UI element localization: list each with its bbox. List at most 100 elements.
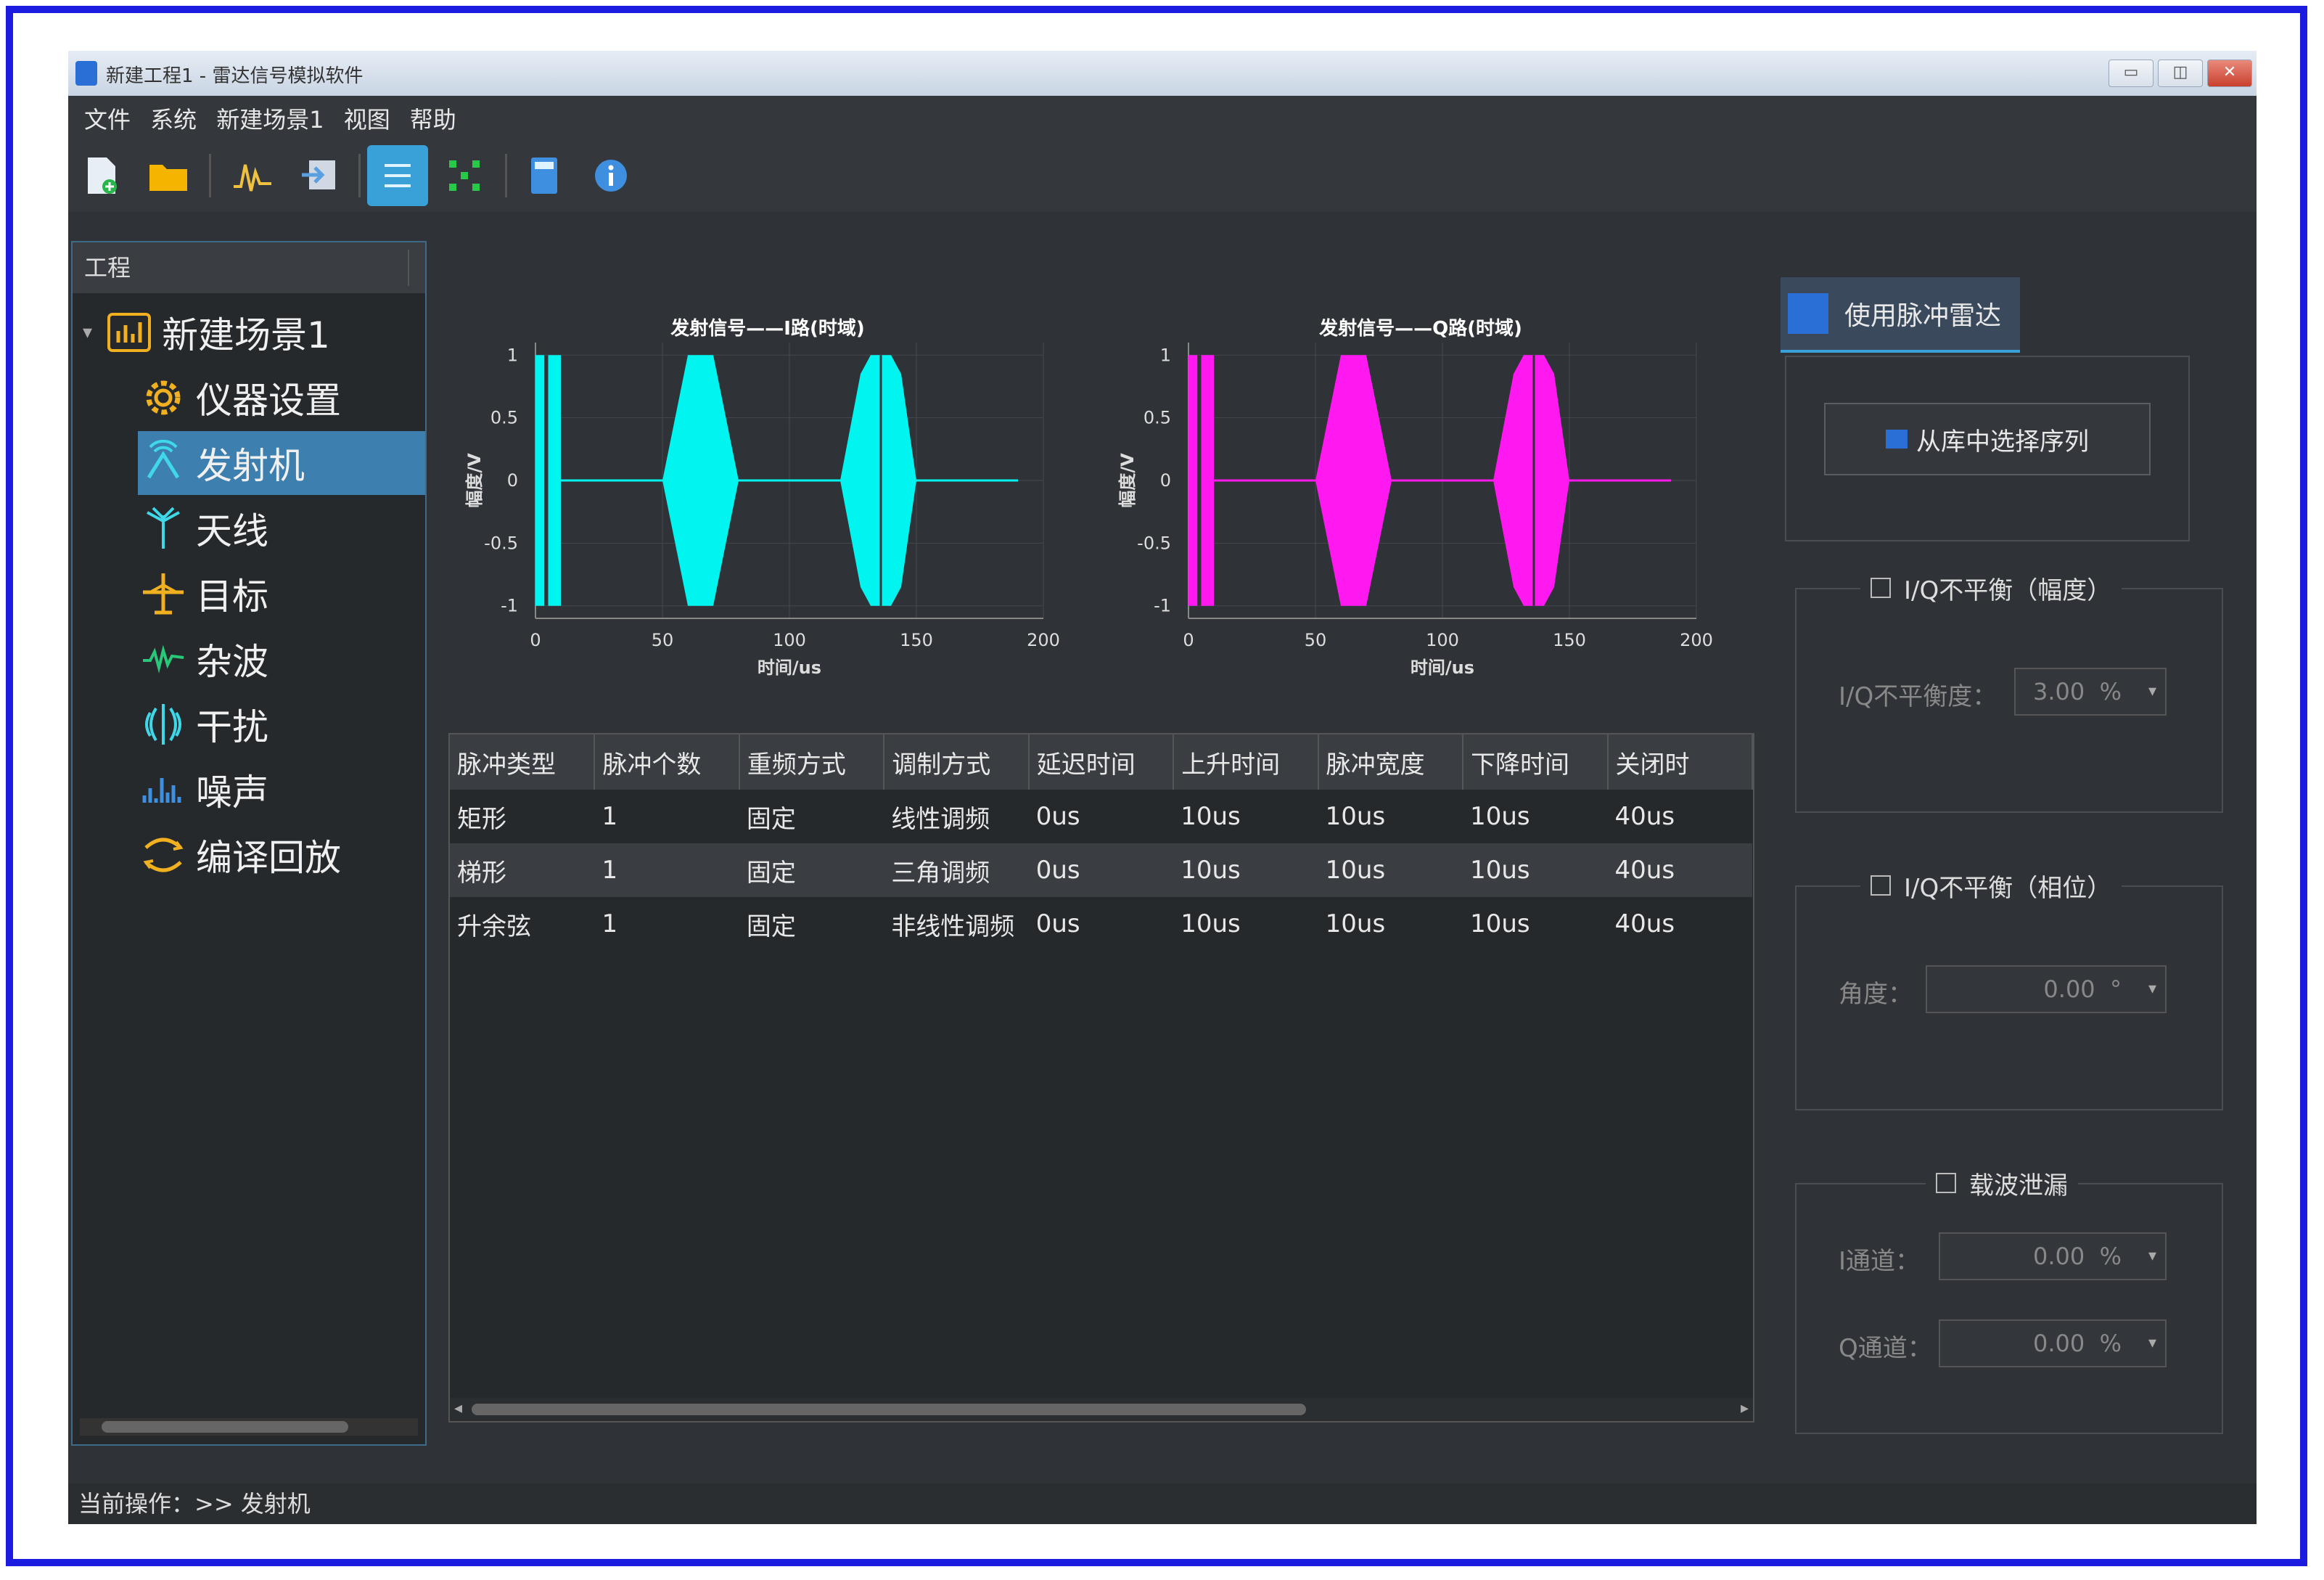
iq-phase-spinbox[interactable]: 0.00 ° ▾ bbox=[1926, 965, 2167, 1013]
i-channel-value: 0.00 bbox=[2033, 1243, 2085, 1270]
iq-amplitude-unit: % bbox=[2099, 678, 2122, 705]
signal-pulse-gap bbox=[544, 355, 549, 606]
noise-bars-icon bbox=[138, 764, 189, 815]
expand-arrow-icon[interactable]: ▾ bbox=[83, 322, 92, 343]
toolbar bbox=[68, 132, 2257, 212]
pulse-radar-tab-label: 使用脉冲雷达 bbox=[1844, 301, 2002, 331]
minimize-button[interactable]: ▭ bbox=[2109, 60, 2153, 87]
app-window: 新建工程1 - 雷达信号模拟软件 ▭ ◫ ✕ 文件 系统 新建场景1 视图 帮助 bbox=[68, 51, 2257, 1524]
project-panel-header: 工程 bbox=[73, 242, 425, 293]
select-from-library-button[interactable]: 从库中选择序列 bbox=[1824, 403, 2151, 475]
scrollbar-thumb[interactable] bbox=[472, 1404, 1306, 1415]
open-folder-button[interactable] bbox=[138, 145, 199, 206]
i-channel-field-label: I通道： bbox=[1839, 1247, 1921, 1276]
iq-amplitude-checkbox[interactable] bbox=[1871, 578, 1891, 598]
tree-item-transmitter[interactable]: 发射机 bbox=[138, 431, 425, 495]
y-tick-label: 0.5 bbox=[1143, 408, 1171, 428]
spin-arrow-icon[interactable]: ▾ bbox=[2148, 1334, 2156, 1352]
signal-pulse-cosine bbox=[840, 355, 916, 606]
tree-root-scene[interactable]: ▾ 新建场景1 bbox=[83, 300, 330, 364]
scene-chart-icon bbox=[104, 307, 155, 358]
iq-phase-value: 0.00 bbox=[2043, 975, 2095, 1003]
toolbar-separator bbox=[209, 154, 211, 197]
chart-i-plot: 0 50 100 150 200 1 0.5 0 -0.5 -1 时间/us 幅度/V bbox=[464, 343, 1060, 678]
x-tick-label: 0 bbox=[1183, 630, 1194, 650]
radar-tab-icon bbox=[1788, 293, 1828, 334]
tree-item-target[interactable]: 目标 bbox=[138, 562, 425, 626]
app-icon bbox=[75, 61, 97, 86]
table-row[interactable]: 梯形 1 固定 三角调频 0us 10us 10us 10us 40us bbox=[450, 843, 1752, 897]
new-file-button[interactable] bbox=[71, 145, 132, 206]
iq-phase-unit: ° bbox=[2110, 975, 2122, 1003]
scroll-right-icon[interactable]: ▸ bbox=[1741, 1399, 1749, 1417]
tree-item-jamming[interactable]: 干扰 bbox=[138, 692, 425, 756]
menu-help[interactable]: 帮助 bbox=[410, 102, 456, 135]
tree-item-playback[interactable]: 编译回放 bbox=[138, 823, 425, 887]
maximize-button[interactable]: ◫ bbox=[2158, 60, 2203, 87]
i-channel-spinbox[interactable]: 0.00 % ▾ bbox=[1939, 1232, 2167, 1280]
close-button[interactable]: ✕ bbox=[2207, 60, 2252, 87]
panel-pin-icon[interactable] bbox=[408, 250, 425, 286]
tree-item-antenna[interactable]: 天线 bbox=[138, 496, 425, 560]
grid-view-icon bbox=[449, 160, 480, 191]
window-title: 新建工程1 - 雷达信号模拟软件 bbox=[106, 65, 364, 87]
signal-pulse-trapezoid bbox=[662, 355, 739, 606]
spin-arrow-icon[interactable]: ▾ bbox=[2148, 980, 2156, 998]
table-row[interactable]: 矩形 1 固定 线性调频 0us 10us 10us 10us 40us bbox=[450, 790, 1752, 843]
menu-file[interactable]: 文件 bbox=[84, 102, 131, 135]
tree-horizontal-scrollbar[interactable] bbox=[80, 1418, 418, 1436]
iq-amplitude-spinbox[interactable]: 3.00 % ▾ bbox=[2014, 668, 2167, 716]
table-cell: 线性调频 bbox=[891, 804, 990, 834]
carrier-leak-checkbox[interactable] bbox=[1936, 1173, 1956, 1193]
open-folder-icon bbox=[149, 165, 187, 191]
q-channel-spinbox[interactable]: 0.00 % ▾ bbox=[1939, 1319, 2167, 1367]
grid-view-button[interactable] bbox=[434, 145, 495, 206]
col-rise[interactable]: 上升时间 bbox=[1173, 734, 1319, 790]
list-view-button[interactable] bbox=[367, 145, 428, 206]
table-row[interactable]: 升余弦 1 固定 非线性调频 0us 10us 10us 10us 40us bbox=[450, 897, 1752, 951]
menu-view[interactable]: 视图 bbox=[344, 102, 390, 135]
info-button[interactable] bbox=[580, 145, 641, 206]
iq-phase-field-label: 角度： bbox=[1839, 980, 1913, 1009]
toolbar-separator bbox=[358, 154, 361, 197]
iq-phase-checkbox[interactable] bbox=[1871, 875, 1891, 896]
signal-pulse-gap bbox=[1197, 355, 1202, 606]
tree-item-noise[interactable]: 噪声 bbox=[138, 758, 425, 822]
tree-label-clutter: 杂波 bbox=[196, 641, 268, 683]
tree-item-instrument[interactable]: 仪器设置 bbox=[138, 366, 425, 430]
chart-i-title: 发射信号——I路(时域) bbox=[670, 318, 865, 340]
col-pulse-type[interactable]: 脉冲类型 bbox=[450, 734, 596, 790]
waveform-button[interactable] bbox=[222, 145, 283, 206]
y-tick-label: -1 bbox=[501, 596, 518, 616]
project-panel-title: 工程 bbox=[84, 254, 131, 282]
table-horizontal-scrollbar[interactable]: ◂ ▸ bbox=[450, 1398, 1753, 1421]
tree-label-jamming: 干扰 bbox=[196, 706, 268, 748]
col-delay[interactable]: 延迟时间 bbox=[1028, 734, 1175, 790]
title-bar: 新建工程1 - 雷达信号模拟软件 ▭ ◫ ✕ bbox=[68, 51, 2257, 96]
menu-system[interactable]: 系统 bbox=[150, 102, 197, 135]
scrollbar-thumb[interactable] bbox=[102, 1421, 348, 1433]
pulse-radar-tab[interactable]: 使用脉冲雷达 bbox=[1781, 277, 2020, 353]
col-prf-mode[interactable]: 重频方式 bbox=[739, 734, 885, 790]
col-off[interactable]: 关闭时 bbox=[1607, 734, 1753, 790]
col-fall[interactable]: 下降时间 bbox=[1463, 734, 1609, 790]
spin-arrow-icon[interactable]: ▾ bbox=[2148, 682, 2156, 700]
scroll-left-icon[interactable]: ◂ bbox=[454, 1399, 462, 1417]
col-pulse-count[interactable]: 脉冲个数 bbox=[594, 734, 740, 790]
table-cell: 10us bbox=[1470, 909, 1530, 938]
menu-scene[interactable]: 新建场景1 bbox=[216, 102, 324, 135]
col-width[interactable]: 脉冲宽度 bbox=[1318, 734, 1464, 790]
tree-label-antenna: 天线 bbox=[196, 510, 268, 552]
gear-icon bbox=[138, 372, 189, 423]
x-axis-label: 时间/us bbox=[1411, 658, 1474, 678]
export-button[interactable] bbox=[289, 145, 350, 206]
table-cell: 10us bbox=[1325, 909, 1386, 938]
tree-item-clutter[interactable]: 杂波 bbox=[138, 627, 425, 691]
iq-phase-title: I/Q不平衡（相位） bbox=[1860, 867, 2122, 904]
table-cell: 0us bbox=[1035, 802, 1080, 831]
col-modulation[interactable]: 调制方式 bbox=[884, 734, 1030, 790]
calculator-button[interactable] bbox=[514, 145, 575, 206]
spin-arrow-icon[interactable]: ▾ bbox=[2148, 1247, 2156, 1265]
pulse-table: 脉冲类型 脉冲个数 重频方式 调制方式 延迟时间 上升时间 脉冲宽度 下降时间 … bbox=[448, 733, 1754, 1423]
table-cell: 10us bbox=[1463, 843, 1608, 897]
